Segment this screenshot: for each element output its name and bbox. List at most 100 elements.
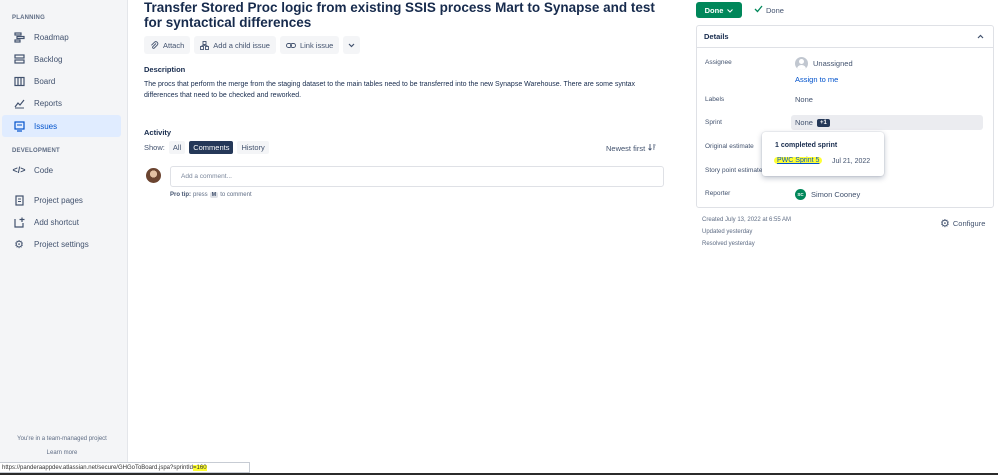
configure-label: Configure [952, 219, 986, 228]
issues-icon [12, 119, 26, 133]
reporter-value[interactable]: SC Simon Cooney [795, 189, 860, 200]
assign-to-me-link[interactable]: Assign to me [795, 75, 838, 84]
sprint-popup: 1 completed sprint PWC Sprint 5 Jul 21, … [762, 132, 884, 176]
link-icon [286, 41, 296, 50]
description-text[interactable]: The procs that perform the merge from th… [144, 79, 664, 101]
configure-button[interactable]: ⚙ Configure [940, 217, 985, 230]
planning-section-title: PLANNING [12, 15, 45, 21]
chevron-down-icon [727, 6, 734, 15]
activity-filter-row: Show: All Comments History [144, 141, 269, 154]
updated-timestamp: Updated yesterday [702, 229, 753, 235]
status-button[interactable]: Done [696, 2, 742, 18]
roadmap-icon [12, 30, 26, 44]
sprint-popup-title: 1 completed sprint [775, 142, 838, 149]
chevron-down-icon [348, 41, 355, 50]
sidebar-item-code[interactable]: </> Code [2, 159, 121, 181]
board-icon [12, 74, 26, 88]
protip-prefix: Pro tip: [170, 192, 191, 198]
resolved-timestamp: Resolved yesterday [702, 241, 755, 247]
issue-title[interactable]: Transfer Stored Proc logic from existing… [144, 0, 664, 30]
sidebar-item-backlog[interactable]: Backlog [2, 48, 121, 70]
sprint-value: None [795, 118, 813, 127]
filter-all[interactable]: All [168, 141, 186, 154]
gear-icon: ⚙ [940, 218, 950, 230]
reporter-avatar: SC [795, 189, 806, 200]
learn-more-link[interactable]: Learn more [0, 450, 124, 456]
description-heading: Description [144, 65, 186, 74]
sidebar-item-label: Project settings [34, 239, 89, 249]
add-shortcut-icon [12, 215, 26, 229]
assignee-name: Unassigned [813, 59, 853, 68]
reporter-name: Simon Cooney [811, 190, 861, 199]
sidebar-item-label: Reports [34, 98, 63, 108]
add-child-issue-button[interactable]: Add a child issue [194, 36, 276, 54]
sprint-link[interactable]: PWC Sprint 5 [774, 157, 823, 164]
sidebar-item-label: Code [34, 165, 54, 175]
sidebar-item-issues[interactable]: Issues [2, 115, 121, 137]
status-url-highlight: =160 [193, 464, 207, 471]
sidebar-item-roadmap[interactable]: Roadmap [2, 26, 121, 48]
attach-label: Attach [163, 40, 185, 50]
resolution-status: Done [754, 5, 784, 15]
details-header[interactable]: Details [697, 26, 993, 48]
sidebar-item-label: Backlog [34, 54, 63, 64]
labels-value[interactable]: None [795, 95, 813, 104]
browser-status-bar: https://panderaappdev.atlassian.net/secu… [0, 462, 250, 473]
add-child-label: Add a child issue [213, 40, 270, 50]
protip-suffix: to comment [220, 192, 252, 198]
attach-button[interactable]: Attach [144, 36, 191, 54]
sort-newest-first[interactable]: Newest first [606, 143, 656, 153]
link-issue-button[interactable]: Link issue [279, 36, 340, 54]
sprint-date: Jul 21, 2022 [832, 158, 871, 165]
sort-label: Newest first [606, 143, 646, 153]
chevron-up-icon [977, 32, 984, 41]
issue-toolbar: Attach Add a child issue Link issue [144, 36, 361, 54]
current-user-avatar [146, 168, 161, 183]
reporter-label: Reporter [705, 190, 731, 197]
sidebar-item-label: Issues [34, 121, 58, 131]
sidebar-item-label: Board [34, 76, 56, 86]
sidebar-item-board[interactable]: Board [2, 70, 121, 92]
sort-icon [648, 143, 656, 153]
sidebar-item-label: Add shortcut [34, 217, 79, 227]
status-button-label: Done [704, 5, 724, 15]
child-issue-icon [200, 40, 210, 50]
development-section-title: DEVELOPMENT [12, 148, 60, 154]
code-icon: </> [12, 165, 26, 175]
status-url: https://panderaappdev.atlassian.net/secu… [2, 464, 194, 471]
sidebar: PLANNING Roadmap Backlog Board Reports I… [0, 0, 128, 462]
pages-icon [12, 193, 26, 207]
protip-press: press [193, 192, 208, 198]
sprint-label: Sprint [705, 119, 722, 126]
show-label: Show: [144, 143, 165, 152]
link-issue-label: Link issue [299, 40, 334, 50]
protip-key: M [209, 192, 219, 198]
details-panel: Details Assignee Unassigned Assign to me… [696, 25, 994, 208]
sidebar-item-label: Roadmap [34, 32, 69, 42]
created-timestamp: Created July 13, 2022 at 6:55 AM [702, 217, 792, 223]
sidebar-item-reports[interactable]: Reports [2, 92, 121, 114]
protip: Pro tip: press M to comment [170, 192, 252, 198]
sprint-count-badge[interactable]: +1 [816, 118, 830, 127]
unassigned-avatar-icon [795, 57, 808, 70]
sidebar-item-project-settings[interactable]: ⚙ Project settings [2, 233, 121, 255]
filter-comments[interactable]: Comments [189, 141, 234, 154]
original-estimate-label: Original estimate [705, 143, 754, 150]
resolution-label: Done [766, 5, 784, 15]
reports-icon [12, 96, 26, 110]
check-icon [754, 5, 763, 15]
paperclip-icon [150, 40, 159, 50]
team-managed-note: You're in a team-managed project [17, 436, 107, 442]
comment-input[interactable]: Add a comment... [170, 166, 664, 187]
details-heading: Details [704, 32, 729, 41]
gear-icon: ⚙ [14, 238, 24, 251]
story-points-label: Story point estimate [705, 167, 763, 174]
assignee-label: Assignee [705, 59, 732, 66]
backlog-icon [12, 52, 26, 66]
sidebar-item-add-shortcut[interactable]: Add shortcut [2, 211, 121, 233]
filter-history[interactable]: History [237, 141, 269, 154]
assignee-value[interactable]: Unassigned [795, 57, 853, 70]
sidebar-item-project-pages[interactable]: Project pages [2, 189, 121, 211]
more-actions-button[interactable] [343, 36, 361, 54]
sprint-field[interactable]: None +1 [791, 115, 983, 130]
